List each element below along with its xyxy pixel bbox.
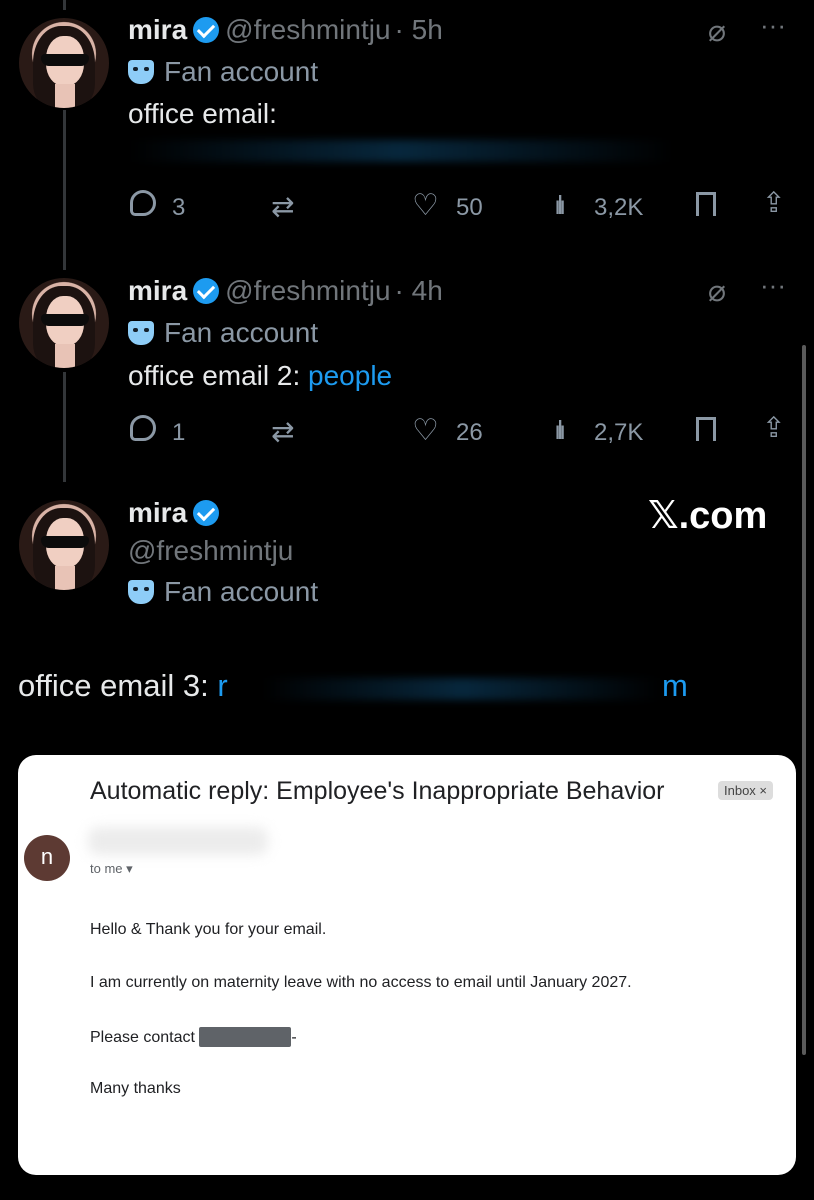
handle[interactable]: @freshmintju <box>128 535 293 567</box>
more-icon[interactable]: ··· <box>760 270 786 301</box>
more-icon[interactable]: ··· <box>760 10 786 41</box>
fan-mask-icon <box>128 321 154 345</box>
tweet-text: office email 2: <box>128 360 301 391</box>
display-name[interactable]: mira <box>128 275 187 306</box>
thread-line <box>63 0 66 10</box>
tweet-link[interactable]: people <box>308 360 392 391</box>
like-count: 50 <box>456 194 483 221</box>
timestamp[interactable]: · 5h <box>395 14 443 45</box>
share-icon[interactable]: ⇪ <box>762 411 785 444</box>
verified-badge-icon <box>193 278 220 304</box>
reply-icon[interactable] <box>130 190 156 216</box>
fan-account-label: Fan account <box>164 56 319 87</box>
tweet-text: office email: <box>128 98 277 129</box>
like-icon[interactable]: ♡ <box>412 188 439 223</box>
redacted-sender <box>88 827 268 855</box>
grok-icon[interactable]: ⌀ <box>708 14 726 49</box>
sender-avatar: n <box>24 835 70 881</box>
bookmark-icon[interactable] <box>696 192 716 216</box>
handle[interactable]: @freshmintju <box>225 14 390 45</box>
email-contact-label: Please contact <box>90 1029 195 1046</box>
thread-line <box>63 110 66 270</box>
avatar[interactable] <box>19 278 109 368</box>
handle[interactable]: @freshmintju <box>225 275 390 306</box>
display-name[interactable]: mira <box>128 497 187 528</box>
timestamp[interactable]: · 4h <box>395 275 443 306</box>
display-name[interactable]: mira <box>128 14 187 45</box>
email-body: I am currently on maternity leave with n… <box>90 974 632 991</box>
x-watermark: 𝕏.com <box>648 495 768 537</box>
reply-icon[interactable] <box>130 415 156 441</box>
views-count: 3,2K <box>594 194 644 221</box>
email-greeting: Hello & Thank you for your email. <box>90 921 327 938</box>
tweet-link-end[interactable]: m <box>662 668 688 704</box>
redacted-link <box>128 140 673 162</box>
like-icon[interactable]: ♡ <box>412 413 439 448</box>
recipient-line[interactable]: to me ▾ <box>90 861 133 877</box>
thread-line <box>63 372 66 482</box>
like-count: 26 <box>456 419 483 446</box>
views-icon[interactable]: ılı <box>554 190 566 221</box>
avatar[interactable] <box>19 500 109 590</box>
tweet-text: office email 3: <box>18 668 209 703</box>
grok-icon[interactable]: ⌀ <box>708 274 726 309</box>
fan-account-label: Fan account <box>164 576 319 607</box>
retweet-icon[interactable]: ⇄ <box>271 190 294 223</box>
avatar[interactable] <box>19 18 109 108</box>
email-closing: Many thanks <box>90 1080 181 1097</box>
retweet-icon[interactable]: ⇄ <box>271 415 294 448</box>
reply-count: 1 <box>172 419 186 446</box>
reply-count: 3 <box>172 194 186 221</box>
screenshot: { "tweets": [ { "name": "mira", "handle"… <box>0 0 814 1200</box>
fan-mask-icon <box>128 580 154 604</box>
scrollbar[interactable] <box>802 345 806 1055</box>
redacted-link <box>262 678 662 700</box>
tweet-link-start[interactable]: r <box>217 668 227 703</box>
verified-badge-icon <box>193 500 220 526</box>
email-screenshot: Automatic reply: Employee's Inappropriat… <box>18 755 796 1175</box>
fan-account-label: Fan account <box>164 317 319 348</box>
views-icon[interactable]: ılı <box>554 415 566 446</box>
verified-badge-icon <box>193 17 220 43</box>
redacted-contact <box>199 1027 292 1047</box>
inbox-label[interactable]: Inbox × <box>718 781 774 800</box>
contact-separator: - <box>291 1029 297 1046</box>
views-count: 2,7K <box>594 419 644 446</box>
bookmark-icon[interactable] <box>696 417 716 441</box>
fan-mask-icon <box>128 60 154 84</box>
share-icon[interactable]: ⇪ <box>762 186 785 219</box>
email-subject: Automatic reply: Employee's Inappropriat… <box>90 777 665 805</box>
